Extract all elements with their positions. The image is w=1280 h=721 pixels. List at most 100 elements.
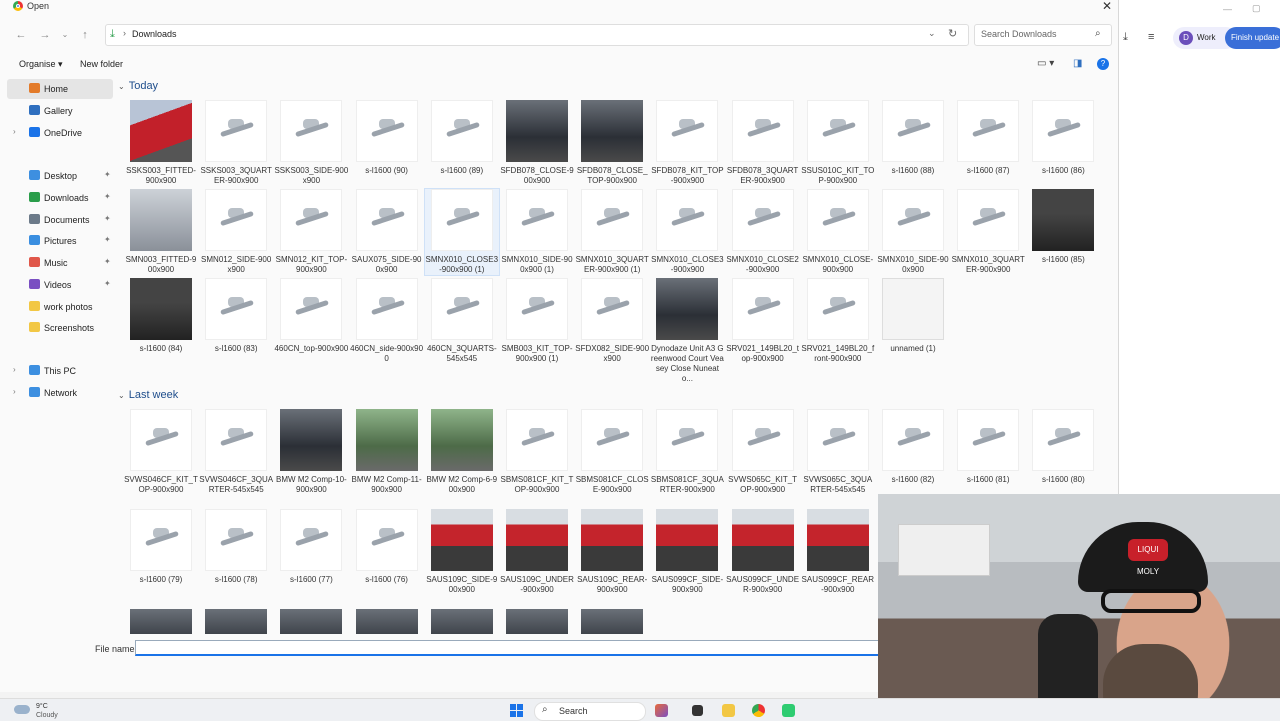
file-tile[interactable] — [274, 609, 348, 634]
view-options-icon[interactable]: ▭ ▾ — [1037, 58, 1054, 69]
file-tile[interactable]: SAUS109C_REAR-900x900 — [575, 509, 649, 595]
finish-update-button[interactable]: Finish update — [1225, 27, 1280, 49]
file-tile[interactable]: SFDX082_SIDE-900x900 — [575, 278, 649, 364]
expand-chevron-icon[interactable]: › — [13, 127, 16, 136]
file-tile[interactable]: SMNX010_3QUARTER-900x900 — [951, 189, 1025, 275]
downloads-icon[interactable]: ⤓ — [1123, 31, 1128, 44]
preview-pane-icon[interactable]: ◨ — [1073, 58, 1082, 69]
file-tile[interactable]: SRV021_149BL20_top-900x900 — [726, 278, 800, 364]
file-tile[interactable]: s-l1600 (85) — [1026, 189, 1100, 275]
sidebar-item-gallery[interactable]: Gallery — [7, 101, 113, 121]
file-tile[interactable]: s-l1600 (79) — [124, 509, 198, 595]
file-tile[interactable]: SMNX010_CLOSE-900x900 — [801, 189, 875, 275]
reading-list-icon[interactable]: ≡ — [1148, 31, 1154, 43]
file-tile[interactable]: s-l1600 (90) — [350, 100, 424, 186]
sidebar-item-onedrive[interactable]: › OneDrive — [7, 123, 113, 143]
file-tile[interactable]: BMW M2 Comp-11-900x900 — [350, 409, 424, 495]
file-tile[interactable]: SMB003_KIT_TOP-900x900 (1) — [500, 278, 574, 364]
file-tile[interactable]: s-l1600 (82) — [876, 409, 950, 495]
task-view-icon[interactable] — [692, 705, 703, 716]
sidebar-item-pictures[interactable]: Pictures ✦ — [7, 231, 113, 251]
file-tile[interactable]: s-l1600 (89) — [425, 100, 499, 186]
file-tile[interactable]: SVWS065C_KIT_TOP-900x900 — [726, 409, 800, 495]
file-tile[interactable]: SBMS081CF_3QUARTER-900x900 — [650, 409, 724, 495]
file-tile[interactable]: SSKS003_FITTED-900x900 — [124, 100, 198, 186]
file-tile[interactable]: BMW M2 Comp-6-900x900 — [425, 409, 499, 495]
file-tile[interactable]: SSKS003_SIDE-900x900 — [274, 100, 348, 186]
file-tile[interactable]: SVWS065C_3QUARTER-545x545 — [801, 409, 875, 495]
file-tile[interactable] — [500, 609, 574, 634]
close-icon[interactable]: ✕ — [1102, 0, 1112, 13]
sidebar-item-desktop[interactable]: Desktop ✦ — [7, 166, 113, 186]
file-tile[interactable]: SAUS099CF_REAR-900x900 — [801, 509, 875, 595]
file-tile[interactable]: SAUS109C_UNDER-900x900 — [500, 509, 574, 595]
collapse-chevron-icon[interactable]: ⌄ — [118, 82, 125, 91]
file-explorer-icon[interactable] — [722, 704, 735, 717]
windows-start-icon[interactable] — [510, 704, 523, 717]
sidebar-item-home[interactable]: Home — [7, 79, 113, 99]
file-tile[interactable] — [575, 609, 649, 634]
file-tile[interactable]: SMNX010_3QUARTER-900x900 (1) — [575, 189, 649, 275]
file-tile[interactable]: SFDB078_CLOSE-900x900 — [500, 100, 574, 186]
file-tile[interactable]: s-l1600 (77) — [274, 509, 348, 595]
sidebar-item-screenshots[interactable]: Screenshots — [7, 318, 113, 338]
file-tile[interactable]: unnamed (1) — [876, 278, 950, 364]
back-arrow-icon[interactable]: ← — [13, 27, 29, 43]
recent-chevron-icon[interactable]: ⌄ — [57, 27, 73, 43]
organise-button[interactable]: Organise ▾ — [19, 59, 63, 70]
file-name-field[interactable] — [135, 640, 880, 656]
file-tile[interactable]: s-l1600 (78) — [199, 509, 273, 595]
maximize-icon[interactable]: ▢ — [1252, 3, 1261, 14]
chrome-taskbar-icon[interactable] — [752, 704, 765, 717]
widgets-icon[interactable] — [655, 704, 668, 717]
expand-chevron-icon[interactable]: › — [13, 387, 16, 396]
file-tile[interactable]: SSUS010C_KIT_TOP-900x900 — [801, 100, 875, 186]
sidebar-item-this-pc[interactable]: › This PC — [7, 361, 113, 381]
file-tile[interactable]: s-l1600 (80) — [1026, 409, 1100, 495]
taskbar-search[interactable]: ⌕ Search — [534, 702, 646, 721]
refresh-icon[interactable]: ↻ — [948, 27, 957, 40]
weather-widget[interactable]: 9°C Cloudy — [14, 701, 74, 721]
file-tile[interactable]: 460CN_side-900x900 — [350, 278, 424, 364]
file-tile[interactable]: SBMS081CF_KIT_TOP-900x900 — [500, 409, 574, 495]
up-arrow-icon[interactable]: ↑ — [77, 27, 93, 43]
file-tile[interactable]: SSKS003_3QUARTER-900x900 — [199, 100, 273, 186]
file-tile[interactable]: 460CN_3QUARTS-545x545 — [425, 278, 499, 364]
file-tile[interactable]: SFDB078_KIT_TOP-900x900 — [650, 100, 724, 186]
file-tile[interactable]: Dynodaze Unit A3 Greenwood Court Veasey … — [650, 278, 724, 383]
file-tile[interactable] — [199, 609, 273, 634]
file-tile[interactable]: SFDB078_3QUARTER-900x900 — [726, 100, 800, 186]
file-tile[interactable]: SAUS099CF_UNDER-900x900 — [726, 509, 800, 595]
file-tile[interactable] — [425, 609, 499, 634]
file-tile[interactable]: SMNX010_CLOSE3-900x900 — [650, 189, 724, 275]
file-tile[interactable]: SBMS081CF_CLOSE-900x900 — [575, 409, 649, 495]
file-tile[interactable]: SMNX010_SIDE-900x900 (1) — [500, 189, 574, 275]
file-tile[interactable]: SMN012_KIT_TOP-900x900 — [274, 189, 348, 275]
help-icon[interactable]: ? — [1097, 58, 1109, 70]
forward-arrow-icon[interactable]: → — [37, 27, 53, 43]
file-tile[interactable]: SMNX010_CLOSE3-900x900 (1) — [423, 188, 500, 276]
sidebar-item-music[interactable]: Music ✦ — [7, 253, 113, 273]
file-tile[interactable]: s-l1600 (87) — [951, 100, 1025, 186]
sidebar-item-network[interactable]: › Network — [7, 383, 113, 403]
search-input[interactable]: Search Downloads ⌕ — [974, 24, 1112, 46]
file-tile[interactable]: SAUS109C_SIDE-900x900 — [425, 509, 499, 595]
address-bar[interactable]: ⤓ › Downloads ⌄ ↻ — [105, 24, 969, 46]
minimize-icon[interactable]: — — [1223, 4, 1232, 14]
file-tile[interactable]: s-l1600 (83) — [199, 278, 273, 364]
file-tile[interactable]: SRV021_149BL20_front-900x900 — [801, 278, 875, 364]
file-tile[interactable]: BMW M2 Comp-10-900x900 — [274, 409, 348, 495]
file-tile[interactable]: SVWS046CF_3QUARTER-545x545 — [199, 409, 273, 495]
chevron-down-icon[interactable]: ⌄ — [928, 28, 936, 39]
file-tile[interactable]: SAUS099CF_SIDE-900x900 — [650, 509, 724, 595]
file-tile[interactable]: 460CN_top-900x900 — [274, 278, 348, 364]
file-tile[interactable]: SMNX010_SIDE-900x900 — [876, 189, 950, 275]
sidebar-item-documents[interactable]: Documents ✦ — [7, 210, 113, 230]
file-tile[interactable] — [124, 609, 198, 634]
file-tile[interactable]: SAUX075_SIDE-900x900 — [350, 189, 424, 275]
collapse-chevron-icon[interactable]: ⌄ — [118, 391, 125, 400]
file-tile[interactable]: SMN003_FITTED-900x900 — [124, 189, 198, 275]
file-tile[interactable]: s-l1600 (88) — [876, 100, 950, 186]
expand-chevron-icon[interactable]: › — [13, 365, 16, 374]
breadcrumb-downloads[interactable]: Downloads — [132, 29, 177, 39]
